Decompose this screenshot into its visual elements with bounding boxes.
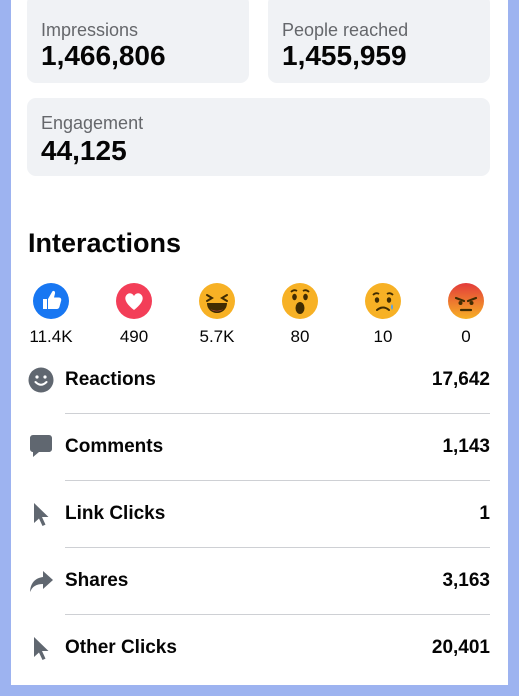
cursor-icon: [34, 503, 49, 526]
impressions-value: 1,466,806: [41, 40, 166, 71]
reaction-sad: 10: [353, 282, 413, 347]
stat-label-reactions: Reactions: [65, 369, 156, 390]
reaction-haha: 5.7K: [187, 282, 247, 347]
reaction-angry: 0: [436, 282, 496, 347]
reaction-like-count: 11.4K: [29, 327, 73, 346]
divider: [65, 547, 490, 548]
sad-icon: [365, 283, 401, 319]
people-reached-label: People reached: [282, 20, 409, 40]
stat-row-other-clicks: Other Clicks 20,401: [11, 628, 508, 668]
love-icon: [116, 283, 152, 319]
engagement-label: Engagement: [41, 113, 144, 133]
smiley-icon: [28, 367, 54, 393]
impressions-card: Impressions 1,466,806: [27, 0, 249, 83]
divider: [65, 413, 490, 414]
haha-icon: [199, 283, 235, 319]
share-icon: [30, 571, 53, 592]
divider: [65, 480, 490, 481]
angry-icon: [448, 283, 484, 319]
reaction-love: 490: [104, 282, 164, 347]
reaction-angry-count: 0: [461, 327, 471, 346]
reaction-wow: 80: [270, 282, 330, 347]
stat-row-comments: Comments 1,143: [11, 427, 508, 467]
stat-row-reactions: Reactions 17,642: [11, 360, 508, 400]
interactions-title: Interactions: [28, 228, 182, 258]
reaction-love-count: 490: [119, 327, 149, 346]
engagement-card: Engagement 44,125: [27, 98, 490, 176]
stat-value-comments: 1,143: [442, 436, 490, 457]
like-icon: [33, 283, 69, 319]
comment-icon: [30, 435, 52, 457]
reaction-wow-count: 80: [290, 327, 310, 346]
reaction-haha-count: 5.7K: [199, 327, 235, 346]
cursor-icon: [34, 637, 49, 660]
stat-label-shares: Shares: [65, 570, 129, 591]
people-reached-card: People reached 1,455,959: [268, 0, 490, 83]
stat-label-link-clicks: Link Clicks: [65, 503, 166, 524]
stat-row-shares: Shares 3,163: [11, 561, 508, 601]
insights-panel: Impressions 1,466,806 People reached 1,4…: [11, 0, 508, 685]
stat-value-link-clicks: 1: [479, 503, 490, 524]
wow-icon: [282, 283, 318, 319]
divider: [65, 614, 490, 615]
people-reached-value: 1,455,959: [282, 40, 407, 71]
stat-row-link-clicks: Link Clicks 1: [11, 494, 508, 534]
reaction-like: 11.4K: [21, 282, 81, 347]
stat-value-reactions: 17,642: [431, 369, 490, 390]
reaction-sad-count: 10: [373, 327, 393, 346]
stat-label-other-clicks: Other Clicks: [65, 637, 177, 658]
engagement-value: 44,125: [41, 135, 127, 166]
impressions-label: Impressions: [41, 20, 139, 40]
stat-value-shares: 3,163: [442, 570, 490, 591]
stat-value-other-clicks: 20,401: [431, 637, 490, 658]
stat-label-comments: Comments: [65, 436, 164, 457]
